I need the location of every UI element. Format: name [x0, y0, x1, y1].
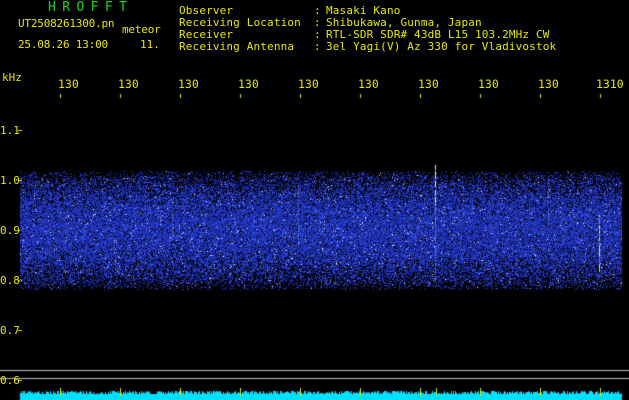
frequency-tick-label: 1.1 — [0, 124, 20, 137]
frequency-tick-label: 0.9 — [0, 224, 20, 237]
frequency-tick-label: 0.8 — [0, 274, 20, 287]
frequency-tick-label: 0.7 — [0, 324, 20, 337]
date-time: 25.08.26 13:00 — [18, 38, 108, 51]
receiver-value: RTL-SDR SDR# 43dB L15 103.2MHz CW — [326, 28, 550, 41]
frequency-unit-label: kHz — [2, 71, 22, 84]
file-tag: meteor — [122, 23, 161, 36]
counter: 11. — [140, 38, 160, 51]
antenna-label: Receiving Antenna — [179, 40, 295, 53]
spectrogram-canvas — [0, 0, 629, 400]
observer-separator: : — [314, 4, 321, 17]
observer-label: Observer — [179, 4, 234, 17]
file-name: UT2508261300.pn — [18, 17, 115, 30]
frequency-tick-label: 1.0 — [0, 174, 20, 187]
time-tick-label: 130 — [58, 77, 79, 91]
observer-value: Masaki Kano — [326, 4, 401, 17]
time-tick-label: 130 — [178, 77, 199, 91]
time-tick-label: 130 — [418, 77, 439, 91]
time-tick-label: 130 — [238, 77, 259, 91]
hrofft-window: HROFFT UT2508261300.pn meteor 25.08.26 1… — [0, 0, 629, 400]
antenna-value: 3el Yagi(V) Az 330 for Vladivostok — [326, 40, 557, 53]
time-tick-label: 130 — [358, 77, 379, 91]
time-tick-label: 130 — [478, 77, 499, 91]
antenna-separator: : — [314, 40, 321, 53]
time-tick-label: 130 — [538, 77, 559, 91]
location-label: Receiving Location — [179, 16, 301, 29]
time-tick-label: 130 — [118, 77, 139, 91]
app-title: HROFFT — [48, 0, 134, 15]
frequency-tick-label: 0.6 — [0, 374, 20, 387]
receiver-separator: : — [314, 28, 321, 41]
time-tick-label: 130 — [298, 77, 319, 91]
location-separator: : — [314, 16, 321, 29]
receiver-label: Receiver — [179, 28, 234, 41]
location-value: Shibukawa, Gunma, Japan — [326, 16, 482, 29]
time-tick-label: 1310 — [596, 77, 624, 91]
